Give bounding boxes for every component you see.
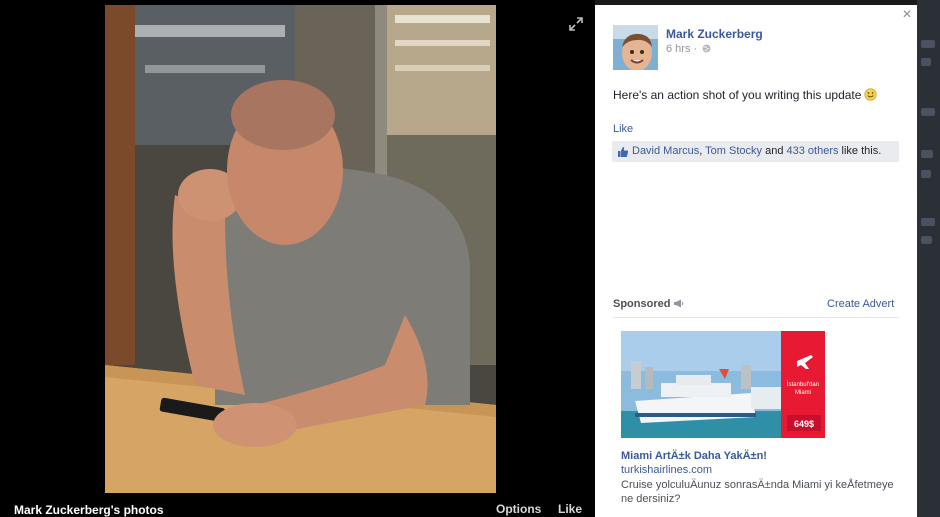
photo-footer: Mark Zuckerberg's photos Options Like: [0, 493, 595, 517]
close-icon[interactable]: ×: [900, 7, 914, 23]
ad-domain[interactable]: turkishairlines.com: [621, 464, 712, 476]
background-line: [921, 218, 935, 226]
others-link[interactable]: 433 others: [787, 145, 839, 157]
ad-image-text: Miami: [795, 390, 811, 396]
post-text: Here's an action shot of you writing thi…: [613, 88, 878, 102]
post-panel: × Mark Zuckerberg 6 hrs · Here's an acti…: [595, 5, 917, 517]
likes-suffix: like this.: [838, 145, 882, 157]
divider: [613, 317, 899, 318]
post-text-content: Here's an action shot of you writing thi…: [613, 88, 862, 102]
background-line: [921, 150, 933, 158]
post-author[interactable]: Mark Zuckerberg: [666, 27, 763, 41]
expand-icon[interactable]: [569, 17, 583, 31]
like-post-link[interactable]: Like: [613, 123, 633, 135]
like-photo-button[interactable]: Like: [558, 502, 582, 516]
liker-link[interactable]: David Marcus: [632, 145, 699, 157]
likes-summary: David Marcus, Tom Stocky and 433 others …: [612, 141, 899, 162]
ad-image[interactable]: İstanbul'dan Miami 649$: [621, 331, 825, 438]
ad-price: 649$: [794, 419, 814, 429]
sponsored-label: Sponsored: [613, 298, 684, 310]
photo[interactable]: [105, 5, 496, 493]
megaphone-icon: [673, 299, 684, 308]
background-line: [921, 40, 935, 48]
ad-title[interactable]: Miami ArtÄ±k Daha YakÄ±n!: [621, 450, 767, 462]
post-time[interactable]: 6 hrs: [666, 43, 690, 55]
background-line: [921, 108, 935, 116]
ad-image-text: İstanbul'dan: [787, 381, 819, 388]
meta-separator: ·: [693, 43, 698, 55]
likes-and: and: [762, 145, 787, 157]
background-line: [921, 170, 931, 178]
background-line: [921, 58, 931, 66]
likes-text: David Marcus, Tom Stocky and 433 others …: [632, 141, 881, 162]
photo-image: [105, 5, 496, 493]
thumbs-up-icon: [617, 145, 629, 157]
background-page: [917, 0, 940, 517]
ad-body: Cruise yolculuÄunuz sonrasÄ±nda Miami yi…: [621, 479, 894, 505]
sponsored-text: Sponsored: [613, 298, 671, 310]
smile-emoji-icon: [864, 88, 878, 101]
globe-icon: [702, 44, 711, 53]
create-advert-link[interactable]: Create Advert: [827, 298, 894, 310]
avatar[interactable]: [613, 25, 658, 70]
post-meta: 6 hrs ·: [666, 43, 711, 55]
liker-link[interactable]: Tom Stocky: [705, 145, 762, 157]
options-button[interactable]: Options: [496, 502, 541, 516]
photos-owner-link[interactable]: Mark Zuckerberg's photos: [14, 503, 164, 517]
photo-stage: Mark Zuckerberg's photos Options Like: [0, 0, 595, 517]
background-line: [921, 236, 932, 244]
